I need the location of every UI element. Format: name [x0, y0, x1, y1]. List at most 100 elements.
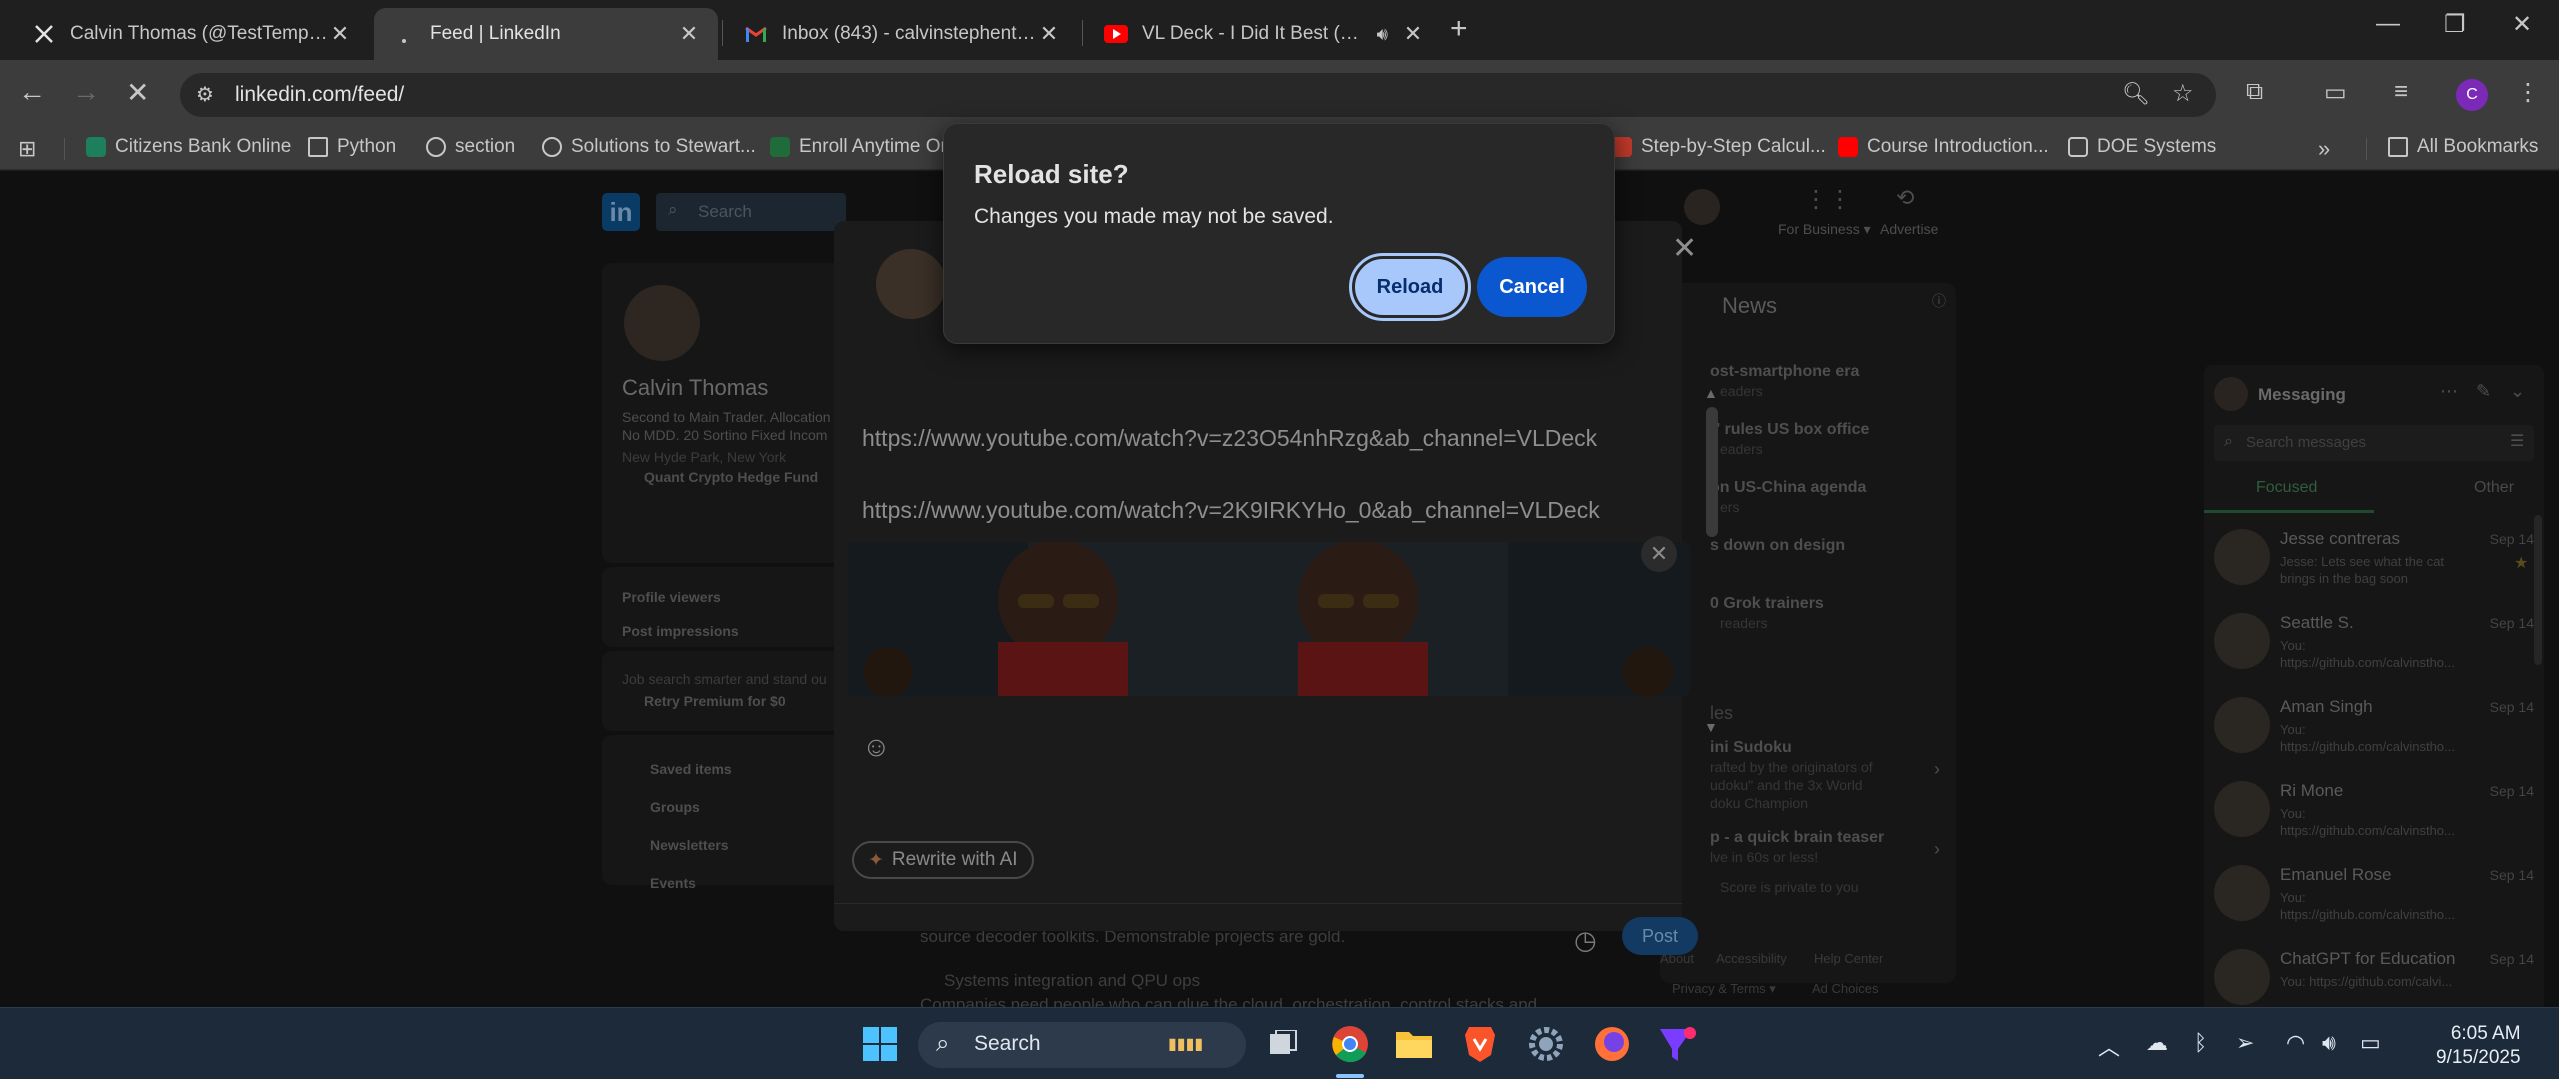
- apps-grid-icon[interactable]: ⊞: [18, 136, 36, 162]
- extensions-icon[interactable]: ⧉: [2246, 78, 2263, 106]
- news-item[interactable]: on US-China agenda: [1710, 479, 1866, 497]
- tab-other[interactable]: Other: [2374, 469, 2544, 513]
- cancel-button[interactable]: Cancel: [1477, 257, 1587, 317]
- news-item[interactable]: r' rules US box office: [1710, 421, 1869, 439]
- video-preview-thumbnail[interactable]: [848, 542, 1690, 696]
- remove-preview-icon[interactable]: ✕: [1641, 536, 1677, 572]
- events-link[interactable]: Events: [650, 875, 696, 891]
- restore-icon[interactable]: ❐: [2444, 10, 2466, 39]
- profile-company[interactable]: Quant Crypto Hedge Fund: [644, 469, 818, 485]
- site-settings-icon[interactable]: ⚙: [196, 82, 214, 107]
- schedule-clock-icon[interactable]: ◷: [1574, 925, 1597, 956]
- chevron-down-icon[interactable]: ⌄: [2510, 381, 2525, 402]
- menu-icon[interactable]: ⋮: [2516, 78, 2540, 107]
- filter-icon[interactable]: ☰: [2510, 431, 2524, 451]
- linkedin-search-input[interactable]: ⌕ Search: [656, 193, 846, 231]
- profile-viewers-label[interactable]: Profile viewers: [622, 589, 721, 605]
- post-impressions-label[interactable]: Post impressions: [622, 623, 739, 639]
- tab-linkedin[interactable]: Feed | LinkedIn ✕: [374, 8, 718, 60]
- location-icon[interactable]: ➢: [2236, 1030, 2254, 1056]
- taskbar-search-input[interactable]: ⌕ Search ▮▮▮▮: [918, 1022, 1246, 1068]
- chevron-right-icon[interactable]: ›: [1934, 839, 1940, 860]
- media-queue-icon[interactable]: ≡: [2394, 78, 2408, 106]
- emoji-icon[interactable]: ☺: [862, 731, 891, 763]
- footer-link[interactable]: Privacy & Terms ▾: [1672, 981, 1776, 997]
- bookmark-star-icon[interactable]: ☆: [2172, 79, 2194, 108]
- show-hidden-icons[interactable]: ︿: [2098, 1030, 2120, 1062]
- groups-link[interactable]: Groups: [650, 799, 700, 815]
- tab-x[interactable]: Calvin Thomas (@TestTempAI) / ✕: [14, 8, 369, 60]
- info-icon[interactable]: ⓘ: [1932, 291, 1946, 311]
- bookmark-calculus[interactable]: Step-by-Step Calcul...: [1612, 136, 1826, 158]
- bluetooth-icon[interactable]: ᛒ: [2194, 1030, 2207, 1056]
- premium-cta[interactable]: Retry Premium for $0: [644, 693, 786, 709]
- post-button[interactable]: Post: [1622, 917, 1698, 955]
- close-icon[interactable]: ✕: [1672, 231, 1697, 266]
- bookmark-doe[interactable]: DOE Systems: [2068, 136, 2216, 158]
- compose-icon[interactable]: ✎: [2476, 381, 2491, 402]
- conversation-item[interactable]: Jesse contreras Sep 14 Jesse: Lets see w…: [2214, 525, 2534, 605]
- tab-focused[interactable]: Focused: [2204, 469, 2374, 513]
- bookmark-solutions[interactable]: Solutions to Stewart...: [542, 136, 756, 158]
- tab-gmail[interactable]: Inbox (843) - calvinstephenthom ✕: [726, 8, 1078, 60]
- new-tab-button[interactable]: +: [1450, 12, 1468, 46]
- cast-icon[interactable]: ▭: [2324, 78, 2347, 107]
- address-bar[interactable]: ⚙ linkedin.com/feed/ 🔍︎ ☆: [180, 73, 2216, 117]
- footer-link[interactable]: Help Center: [1814, 951, 1883, 966]
- bookmark-citizens-bank[interactable]: Citizens Bank Online: [86, 136, 291, 158]
- news-item[interactable]: ost-smartphone era: [1710, 363, 1859, 381]
- footer-link[interactable]: Accessibility: [1716, 951, 1787, 966]
- close-tab-icon[interactable]: ✕: [329, 21, 351, 47]
- composer-link[interactable]: https://www.youtube.com/watch?v=z23O54nh…: [862, 425, 1597, 452]
- messaging-header[interactable]: Messaging: [2258, 385, 2346, 405]
- conversation-item[interactable]: Emanuel Rose Sep 14 You: https://github.…: [2214, 861, 2534, 941]
- bookmark-section[interactable]: section: [426, 136, 515, 158]
- scrollbar[interactable]: [2534, 515, 2542, 665]
- scroll-down-icon[interactable]: ▼: [1704, 719, 1718, 735]
- bookmark-enroll[interactable]: Enroll Anytime Or: [770, 136, 947, 158]
- bookmark-python[interactable]: Python: [308, 136, 396, 158]
- conversation-item[interactable]: Seattle S. Sep 14 You: https://github.co…: [2214, 609, 2534, 689]
- settings-gear-icon[interactable]: [1526, 1024, 1566, 1064]
- conversation-item[interactable]: Ri Mone Sep 14 You: https://github.com/c…: [2214, 777, 2534, 857]
- all-bookmarks[interactable]: All Bookmarks: [2388, 136, 2538, 158]
- close-tab-icon[interactable]: ✕: [1402, 21, 1424, 47]
- conversation-item[interactable]: Aman Singh Sep 14 You: https://github.co…: [2214, 693, 2534, 773]
- star-icon[interactable]: ★: [2514, 553, 2528, 573]
- wifi-icon[interactable]: ◠: [2286, 1030, 2305, 1056]
- close-tab-icon[interactable]: ✕: [678, 21, 700, 47]
- tab-youtube[interactable]: VL Deck - I Did It Best (Sho 🔊︎ ✕: [1086, 8, 1442, 60]
- brave-icon[interactable]: [1460, 1024, 1500, 1064]
- back-icon[interactable]: ←: [18, 76, 46, 108]
- news-item[interactable]: 0 Grok trainers: [1710, 595, 1824, 613]
- profile-photo[interactable]: [624, 285, 700, 361]
- game-title[interactable]: ini Sudoku: [1710, 739, 1792, 757]
- reload-button[interactable]: Reload: [1349, 253, 1471, 321]
- chrome-icon[interactable]: [1330, 1024, 1370, 1064]
- close-tab-icon[interactable]: ✕: [1038, 21, 1060, 47]
- profile-avatar[interactable]: C: [2456, 79, 2488, 111]
- more-bookmarks-icon[interactable]: »: [2318, 136, 2330, 162]
- file-explorer-icon[interactable]: [1394, 1024, 1434, 1064]
- composer-link[interactable]: https://www.youtube.com/watch?v=2K9IRKYH…: [862, 497, 1600, 524]
- footer-link[interactable]: Ad Choices: [1812, 981, 1878, 996]
- news-item[interactable]: s down on design: [1710, 537, 1845, 555]
- rewrite-with-ai-button[interactable]: ✦ Rewrite with AI: [852, 841, 1034, 879]
- windows-start-icon[interactable]: [860, 1024, 900, 1064]
- task-view-icon[interactable]: [1264, 1024, 1304, 1064]
- for-business-link[interactable]: For Business ▾: [1778, 221, 1871, 238]
- advertise-link[interactable]: Advertise: [1880, 221, 1938, 237]
- firefox-icon[interactable]: [1592, 1024, 1632, 1064]
- minimize-icon[interactable]: —: [2376, 10, 2400, 38]
- clock[interactable]: 6:05 AM 9/15/2025: [2436, 1022, 2521, 1070]
- conversation-item[interactable]: ChatGPT for Education Sep 14 You: https:…: [2214, 945, 2534, 1007]
- forward-icon[interactable]: →: [72, 76, 100, 108]
- pinned-app-icon[interactable]: [1658, 1024, 1698, 1064]
- profile-name[interactable]: Calvin Thomas: [622, 375, 768, 401]
- linkedin-logo[interactable]: in: [602, 193, 640, 231]
- saved-items-link[interactable]: Saved items: [650, 761, 732, 777]
- scroll-up-icon[interactable]: ▲: [1704, 385, 1718, 401]
- onedrive-icon[interactable]: ☁: [2146, 1030, 2168, 1056]
- game-title[interactable]: p - a quick brain teaser: [1710, 829, 1884, 847]
- bookmark-course[interactable]: Course Introduction...: [1838, 136, 2049, 158]
